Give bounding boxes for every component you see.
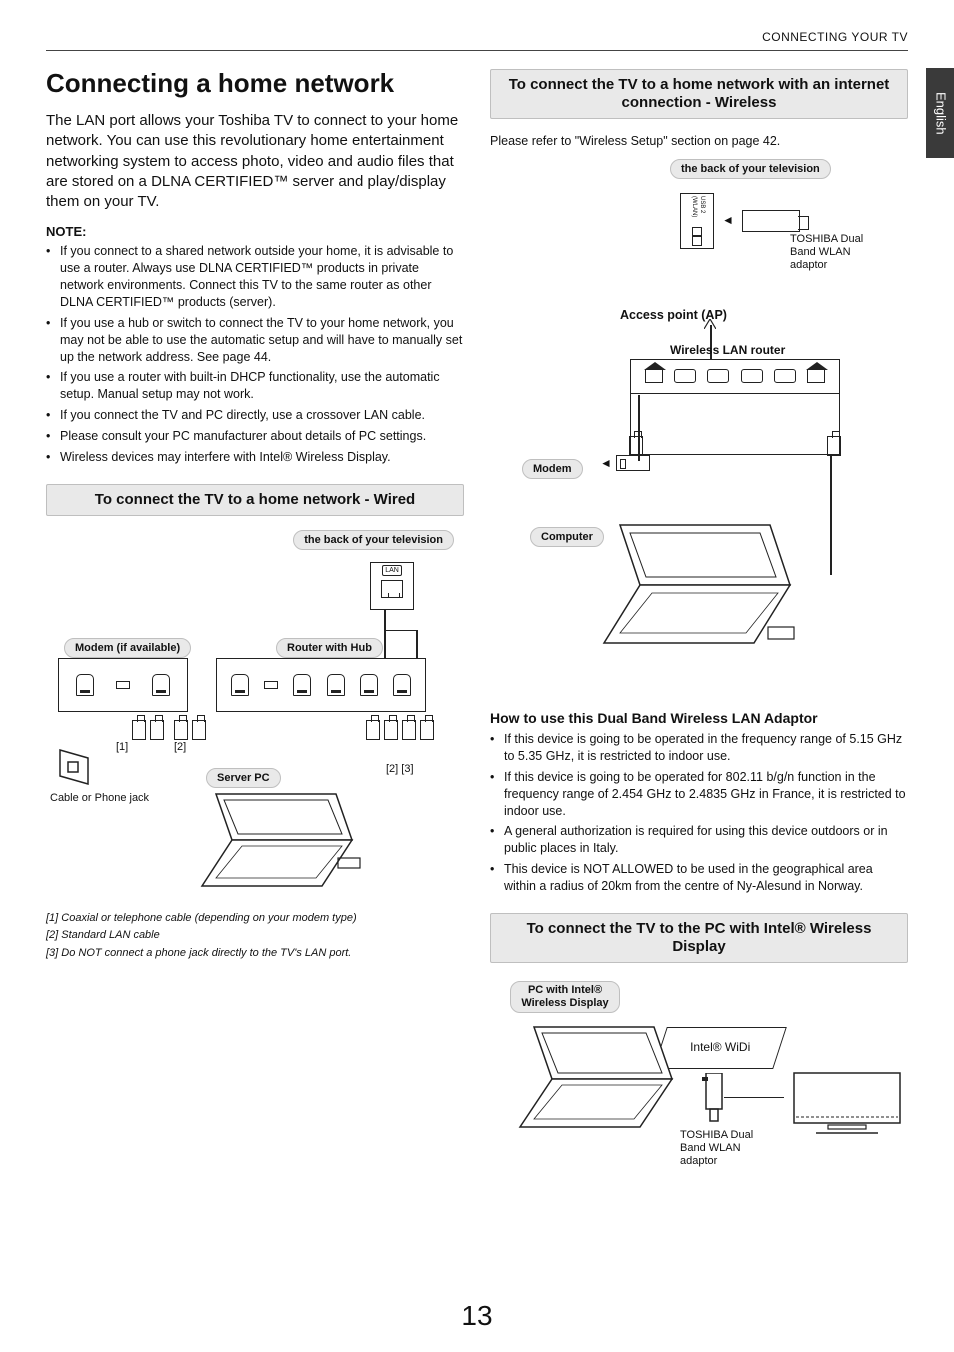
- modem-icon: [600, 455, 650, 472]
- wireless-section-heading: To connect the TV to a home network with…: [490, 69, 908, 119]
- wlan-router-label: Wireless LAN router: [670, 343, 785, 359]
- list-item: If you connect the TV and PC directly, u…: [46, 407, 464, 424]
- arrow-left-icon: [722, 212, 734, 229]
- dual-band-heading: How to use this Dual Band Wireless LAN A…: [490, 709, 908, 727]
- router-label: Router with Hub: [276, 638, 383, 658]
- page-number: 13: [0, 1298, 954, 1334]
- laptop-icon-wireless: [570, 519, 800, 659]
- left-column: Connecting a home network The LAN port a…: [46, 69, 464, 1217]
- wired-diagram: the back of your television Modem (if av…: [46, 530, 464, 900]
- note-heading: NOTE:: [46, 224, 464, 241]
- lan-port-icon: [370, 562, 414, 610]
- list-item: Please consult your PC manufacturer abou…: [46, 428, 464, 445]
- list-item: If you connect to a shared network outsi…: [46, 243, 464, 311]
- wireless-diagram: the back of your television USB 2 (WLAN)…: [490, 159, 908, 699]
- cable-jack-label: Cable or Phone jack: [50, 792, 170, 805]
- wired-section-heading: To connect the TV to a home network - Wi…: [46, 484, 464, 516]
- intro-paragraph: The LAN port allows your Toshiba TV to c…: [46, 111, 464, 212]
- laptop-icon: [176, 790, 366, 900]
- wall-jack-icon: [58, 748, 92, 788]
- wlan-dongle-vertical-icon: [700, 1073, 728, 1125]
- footnote-item: [3] Do NOT connect a phone jack directly…: [46, 945, 464, 963]
- server-pc-label: Server PC: [206, 768, 281, 788]
- language-tab: English: [926, 68, 954, 158]
- tv-back-label-wireless: the back of your television: [670, 159, 831, 179]
- adaptor-label: TOSHIBA Dual Band WLAN adaptor: [790, 233, 880, 273]
- antenna-icon: [704, 319, 716, 329]
- list-item: A general authorization is required for …: [490, 823, 908, 857]
- usb-port-icon: USB 2 (WLAN): [680, 193, 714, 249]
- widi-diagram: PC with Intel® Wireless Display Intel® W…: [490, 977, 908, 1207]
- footnotes: [1] Coaxial or telephone cable (dependin…: [46, 910, 464, 963]
- adaptor-label-widi: TOSHIBA Dual Band WLAN adaptor: [680, 1129, 770, 1169]
- pc-widi-label: PC with Intel® Wireless Display: [510, 981, 620, 1013]
- footnote-item: [1] Coaxial or telephone cable (dependin…: [46, 910, 464, 928]
- page-breadcrumb: CONNECTING YOUR TV: [46, 30, 908, 51]
- right-column: To connect the TV to a home network with…: [490, 69, 908, 1217]
- laptop-icon-widi: [494, 1023, 684, 1143]
- tv-back-label: the back of your television: [293, 530, 454, 550]
- tv-outline-icon: [792, 1071, 902, 1139]
- modem-label-wireless: Modem: [522, 459, 583, 479]
- list-item: This device is NOT ALLOWED to be used in…: [490, 861, 908, 895]
- cable-ref-23: [2] [3]: [386, 762, 414, 776]
- cable-ref-2a: [2]: [174, 740, 186, 754]
- dual-band-list: If this device is going to be operated i…: [490, 731, 908, 895]
- wlan-dongle-icon: [742, 210, 800, 232]
- modem-box-icon: [58, 658, 188, 712]
- list-item: Wireless devices may interfere with Inte…: [46, 449, 464, 466]
- list-item: If this device is going to be operated i…: [490, 731, 908, 765]
- footnote-item: [2] Standard LAN cable: [46, 927, 464, 945]
- wlan-router-icon: [630, 359, 840, 455]
- note-list: If you connect to a shared network outsi…: [46, 243, 464, 466]
- list-item: If you use a hub or switch to connect th…: [46, 315, 464, 366]
- list-item: If this device is going to be operated f…: [490, 769, 908, 820]
- page-title: Connecting a home network: [46, 69, 464, 98]
- router-box-icon: [216, 658, 426, 712]
- wireless-intro: Please refer to "Wireless Setup" section…: [490, 133, 908, 149]
- modem-label: Modem (if available): [64, 638, 191, 658]
- widi-section-heading: To connect the TV to the PC with Intel® …: [490, 913, 908, 963]
- list-item: If you use a router with built-in DHCP f…: [46, 369, 464, 403]
- cable-ref-1: [1]: [116, 740, 128, 754]
